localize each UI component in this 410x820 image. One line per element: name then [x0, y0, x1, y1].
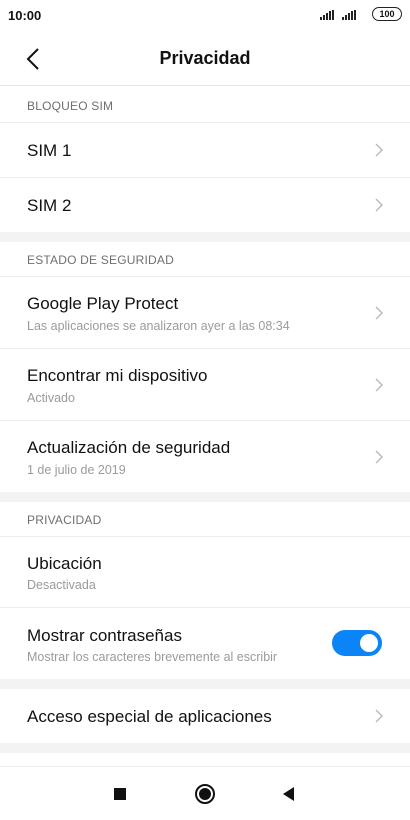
battery-icon: 100: [372, 7, 402, 21]
row-title: Mostrar contraseñas: [27, 626, 182, 645]
circle-home-icon: [195, 784, 215, 804]
signal-sim1-icon: [320, 10, 336, 20]
triangle-back-icon: [283, 787, 294, 801]
section-gap: [0, 232, 410, 242]
row-subtitle: 1 de julio de 2019: [27, 463, 126, 477]
page-title: Privacidad: [159, 48, 251, 68]
section-header-sim-lock: BLOQUEO SIM: [27, 99, 114, 113]
chevron-right-icon: [375, 450, 383, 464]
section-gap: [0, 743, 410, 753]
chevron-right-icon: [375, 378, 383, 392]
recents-button[interactable]: [107, 781, 133, 807]
row-security-update[interactable]: Actualización de seguridad 1 de julio de…: [0, 421, 410, 492]
status-time: 10:00: [8, 8, 42, 23]
section-gap: [0, 492, 410, 502]
toggle-knob: [360, 634, 378, 652]
row-title: Acceso especial de aplicaciones: [27, 707, 272, 726]
signal-sim2-icon: [342, 10, 358, 20]
row-title: SIM 1: [27, 141, 72, 160]
app-header: Privacidad: [0, 32, 410, 86]
chevron-right-icon: [375, 709, 383, 723]
chevron-right-icon: [375, 198, 383, 212]
row-title: Encontrar mi dispositivo: [27, 366, 208, 385]
row-sim-2[interactable]: SIM 2: [0, 178, 410, 232]
section-header-security-status: ESTADO DE SEGURIDAD: [27, 253, 174, 267]
row-subtitle: Activado: [27, 391, 75, 405]
show-passwords-toggle[interactable]: [332, 630, 382, 656]
navigation-bar: [0, 766, 410, 820]
row-find-my-device[interactable]: Encontrar mi dispositivo Activado: [0, 349, 410, 420]
section-gap: [0, 679, 410, 689]
row-google-play-protect[interactable]: Google Play Protect Las aplicaciones se …: [0, 277, 410, 348]
row-title: SIM 2: [27, 196, 72, 215]
row-subtitle: Las aplicaciones se analizaron ayer a la…: [27, 319, 290, 333]
row-special-app-access[interactable]: Acceso especial de aplicaciones: [0, 689, 410, 743]
home-button[interactable]: [192, 781, 218, 807]
square-icon: [114, 788, 126, 800]
chevron-right-icon: [375, 143, 383, 157]
row-sim-1[interactable]: SIM 1: [0, 123, 410, 177]
chevron-right-icon: [375, 306, 383, 320]
row-location[interactable]: Ubicación Desactivada: [0, 537, 410, 607]
row-title: Actualización de seguridad: [27, 438, 231, 457]
row-show-passwords[interactable]: Mostrar contraseñas Mostrar los caracter…: [0, 608, 410, 679]
status-bar: 10:00 100: [0, 0, 410, 30]
row-title: Google Play Protect: [27, 294, 179, 313]
row-subtitle: Desactivada: [27, 578, 96, 592]
section-header-privacy: PRIVACIDAD: [27, 513, 102, 527]
row-title: Ubicación: [27, 554, 102, 573]
back-nav-button[interactable]: [276, 781, 302, 807]
row-subtitle: Mostrar los caracteres brevemente al esc…: [27, 650, 278, 664]
